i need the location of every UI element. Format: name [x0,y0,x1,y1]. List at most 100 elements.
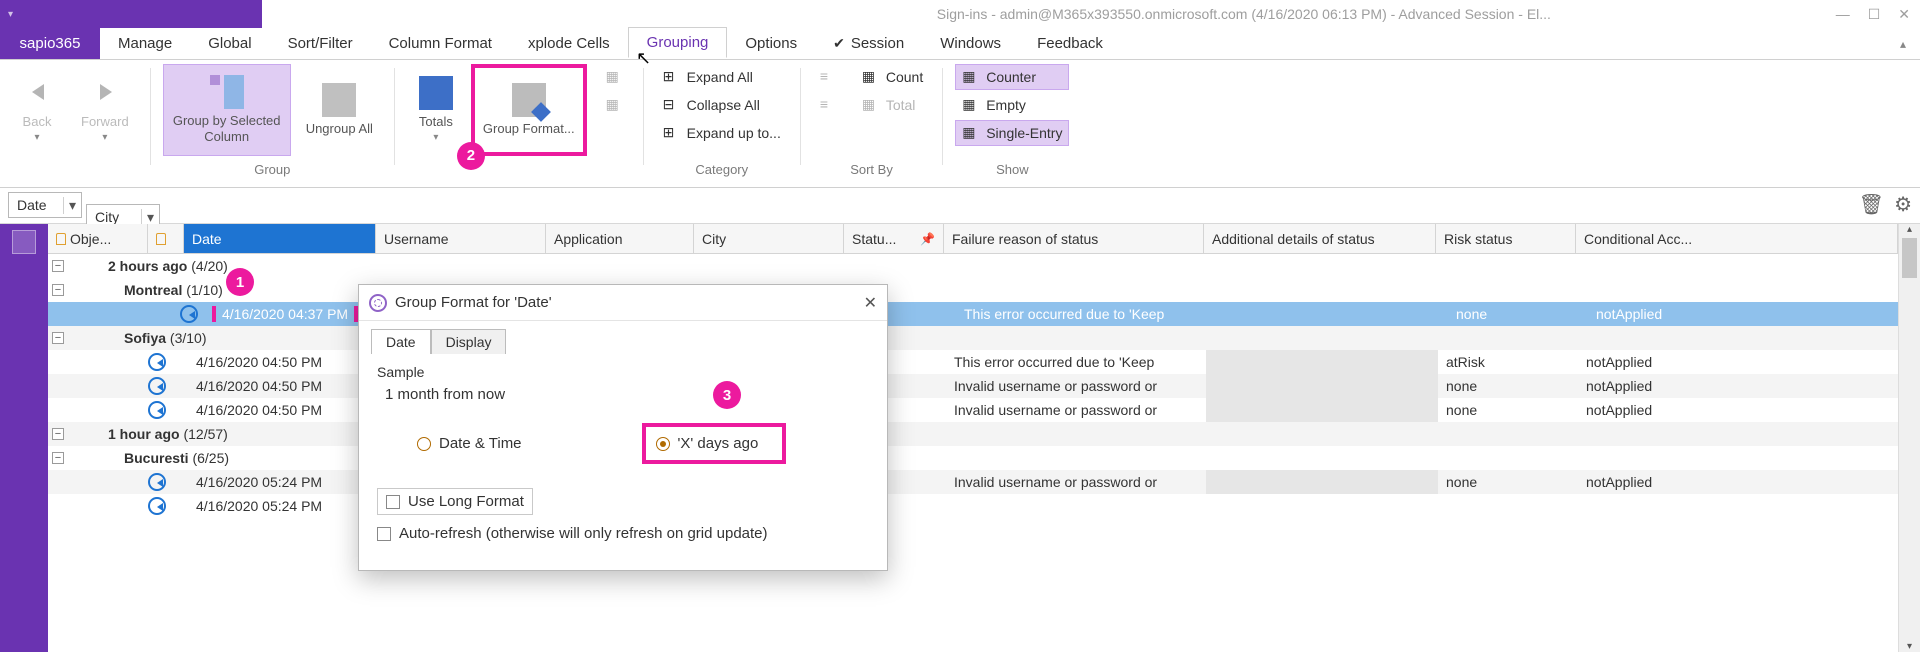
scroll-up-icon[interactable]: ▴ [1899,224,1920,235]
ungroup-all-button[interactable]: Ungroup All [297,64,382,156]
back-button[interactable]: Back ▾ [8,64,66,156]
row-date: 4/16/2020 04:37 PM [212,306,358,322]
counter-button[interactable]: ▦Counter [955,64,1069,90]
table-row[interactable]: 4/16/2020 04:50 PM Invalid username or p… [48,398,1898,422]
dialog-tab-display[interactable]: Display [431,329,507,354]
table-row[interactable]: 4/16/2020 04:37 PM This error occurred d… [48,302,1898,326]
col-object[interactable]: Obje... [48,224,148,253]
dialog-icon [369,294,387,312]
group-format-button[interactable]: Group Format... 2 [471,64,587,156]
count-button[interactable]: ▦ Count [855,64,930,90]
tab-column-format[interactable]: Column Format [371,28,510,59]
clipboard-icon[interactable] [12,230,36,254]
col-failure[interactable]: Failure reason of status [944,224,1204,253]
collapse-icon[interactable]: − [52,428,64,440]
radio-icon [656,437,670,451]
gear-icon[interactable]: ⚙ [1894,192,1912,217]
table-row[interactable]: 4/16/2020 04:50 PM Invalid username or p… [48,374,1898,398]
dialog-title: Group Format for 'Date' [395,294,552,311]
forward-button[interactable]: Forward ▾ [72,64,138,156]
ribbon-collapse-icon[interactable]: ▴ [1886,28,1920,59]
tab-feedback[interactable]: Feedback [1019,28,1121,59]
sortby-small-b[interactable]: ≡ [813,92,845,118]
collapse-all-button[interactable]: ⊟Collapse All [656,92,788,118]
collapse-icon[interactable]: − [52,284,64,296]
col-lock2[interactable] [148,224,184,253]
group-by-column-button[interactable]: Group by Selected Column [163,64,291,156]
tab-session[interactable]: ✔Session [815,28,922,59]
sort-icon: ≡ [820,96,838,114]
tab-options[interactable]: Options [727,28,815,59]
trash-icon[interactable]: 🗑 [1859,192,1884,217]
annotation-marker-2: 2 [457,142,485,170]
table-row[interactable]: 4/16/2020 05:24 PM Invalid username or p… [48,470,1898,494]
radio-date-time-label: Date & Time [439,435,522,452]
checkbox-icon [377,527,391,541]
vertical-scrollbar[interactable]: ▴ ▾ [1898,224,1920,652]
qat-dropdown-icon[interactable]: ▾ [8,9,13,20]
chevron-down-icon: ▾ [34,132,39,145]
scroll-down-icon[interactable]: ▾ [1899,641,1920,652]
expand-upto-icon: ⊞ [663,124,681,142]
count-icon: ▦ [862,68,880,86]
tab-windows[interactable]: Windows [922,28,1019,59]
tab-global[interactable]: Global [190,28,269,59]
totals-button[interactable]: Totals ▾ [407,64,465,156]
small-btn-b[interactable]: ▦ [599,92,631,118]
minimize-button[interactable]: — [1836,6,1850,22]
maximize-button[interactable]: ☐ [1868,6,1881,23]
small-btn-a[interactable]: ▦ [599,64,631,90]
row-conditional: notApplied [1588,306,1670,322]
tab-sortfilter[interactable]: Sort/Filter [270,28,371,59]
col-application[interactable]: Application [546,224,694,253]
group-row[interactable]: − Bucuresti (6/25) [48,446,1898,470]
scroll-thumb[interactable] [1902,238,1917,278]
col-status[interactable]: Statu...📌 [844,224,944,253]
group-row[interactable]: − Sofiya (3/10) [48,326,1898,350]
close-button[interactable]: ✕ [1898,6,1910,23]
tab-explode-cells[interactable]: xplode Cells [510,28,628,59]
group-group-label: Group [254,162,290,179]
dialog-body: Sample 1 month from now Date & Time 'X' … [359,354,887,570]
total-button[interactable]: ▦Total [855,92,930,118]
pin-icon: 📌 [920,232,935,246]
expand-all-button[interactable]: ⊞Expand All [656,64,788,90]
single-entry-button[interactable]: ▦Single-Entry [955,120,1069,146]
groupby-date-combo[interactable]: Date ▾ [8,192,82,218]
radio-x-days-ago[interactable]: 'X' days ago [642,423,787,464]
tab-grouping[interactable]: Grouping [628,27,728,58]
check-icon: ✔ [833,35,845,52]
dialog-tab-date[interactable]: Date [371,329,431,354]
col-city[interactable]: City [694,224,844,253]
chevron-down-icon: ▾ [63,197,81,214]
tab-manage[interactable]: Manage [100,28,190,59]
dialog-close-button[interactable]: ✕ [864,293,877,313]
group-row[interactable]: − Montreal (1/10) 1 [48,278,1898,302]
collapse-icon[interactable]: − [52,452,64,464]
col-date[interactable]: Date [184,224,376,253]
count-label: Count [886,69,923,85]
col-risk[interactable]: Risk status [1436,224,1576,253]
group-by-icon [210,75,244,109]
collapse-icon[interactable]: − [52,332,64,344]
col-username[interactable]: Username [376,224,546,253]
table-row[interactable]: 4/16/2020 04:50 PM This error occurred d… [48,350,1898,374]
sample-value: 1 month from now [385,386,869,403]
group-nav-label [71,162,75,179]
sortby-small-a[interactable]: ≡ [813,64,845,90]
col-additional[interactable]: Additional details of status [1204,224,1436,253]
sample-label: Sample [377,364,869,380]
group-row[interactable]: − 2 hours ago (4/20) [48,254,1898,278]
totals-icon [419,76,453,110]
expand-up-to-button[interactable]: ⊞Expand up to... [656,120,788,146]
table-row[interactable]: 4/16/2020 05:24 PM [48,494,1898,518]
app-button[interactable]: sapio365 [0,28,100,59]
empty-button[interactable]: ▦Empty [955,92,1069,118]
group-row[interactable]: − 1 hour ago (12/57) [48,422,1898,446]
checkbox-auto-refresh[interactable]: Auto-refresh (otherwise will only refres… [377,525,869,542]
dialog-tabs: Date Display [359,321,887,354]
collapse-icon[interactable]: − [52,260,64,272]
checkbox-long-format[interactable]: Use Long Format [377,488,533,515]
col-conditional[interactable]: Conditional Acc... [1576,224,1898,253]
radio-date-time[interactable]: Date & Time [417,435,522,452]
